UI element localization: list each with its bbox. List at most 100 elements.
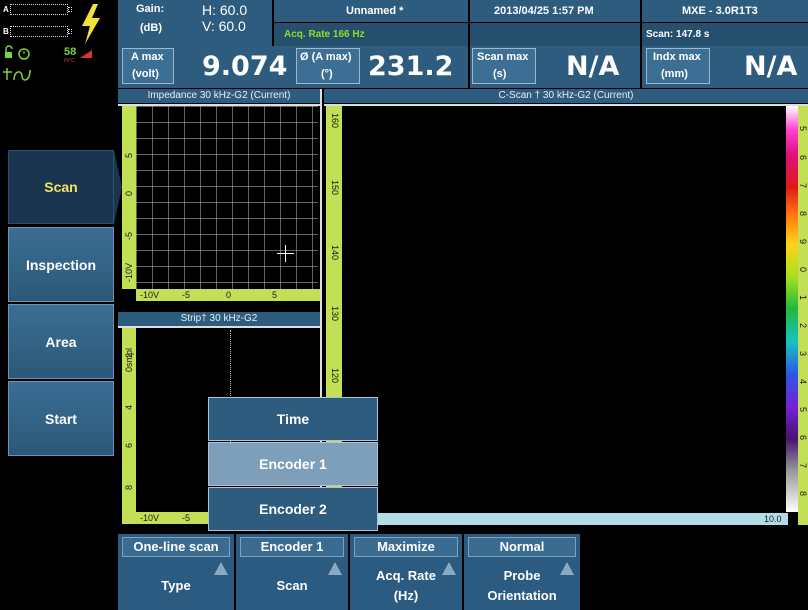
option-encoder-1-label: Encoder 1 [259, 456, 327, 472]
palette-tick-11: 6 [798, 435, 808, 441]
strip-y-tick-0: 0smpl [124, 347, 134, 372]
scanmax-label-box: Scan max (s) [472, 48, 536, 84]
param-probe-orientation[interactable]: Normal Probe Orientation [464, 534, 582, 610]
indxmax-label: Indx max [653, 51, 701, 63]
strip-y-tick-2: 4 [124, 404, 134, 410]
param-acq-rate[interactable]: Maximize Acq. Rate (Hz) [350, 534, 464, 610]
impedance-y-tick-0: 5 [124, 152, 134, 158]
param-type-label: Type [161, 578, 191, 593]
menu-inspection-label: Inspection [25, 256, 96, 273]
scanmax-value: N/A [566, 51, 620, 82]
phase-reading[interactable]: Ø (A max) (°) 231.2 [294, 46, 470, 88]
amax-label-box: A max (volt) [122, 48, 174, 84]
impedance-y-tick-2: -5 [124, 231, 134, 240]
scanmax-unit: (s) [493, 68, 507, 80]
param-scan-arrow-icon [328, 562, 342, 575]
palette-tick-9: 4 [798, 379, 808, 385]
impedance-title: Impedance 30 kHz-G2 (Current) [118, 89, 320, 103]
menu-area-label: Area [45, 333, 77, 350]
param-probe-orientation-label: Probe [503, 568, 541, 583]
impedance-y-ruler [122, 106, 136, 289]
gain-v-value: V: 60.0 [202, 18, 246, 34]
indxmax-reading[interactable]: Indx max (mm) N/A [642, 46, 808, 88]
menu-start-label: Start [45, 410, 77, 427]
strip-x-tick-0: -10V [140, 513, 160, 523]
param-type-arrow-icon [214, 562, 228, 575]
temperature-indicator-icon [80, 50, 92, 58]
param-type-value: One-line scan [122, 537, 230, 557]
status-panel: A B 58 IN°C [0, 0, 118, 90]
param-acq-rate-unit: (Hz) [393, 588, 419, 603]
lightning-icon [82, 4, 100, 44]
scanmax-reading[interactable]: Scan max (s) N/A [470, 46, 642, 88]
menu-scan[interactable]: Scan [8, 150, 114, 224]
strip-y-tick-4: 8 [124, 484, 134, 490]
strip-y-tick-1: 2 [124, 352, 134, 358]
cscan-y-tick-4: 120 [330, 368, 340, 384]
option-time[interactable]: Time [208, 397, 378, 441]
palette-tick-8: 3 [798, 351, 808, 357]
indxmax-value: N/A [744, 51, 798, 82]
cscan-area[interactable] [342, 106, 786, 512]
datetime-text: 2013/04/25 1:57 PM [494, 5, 594, 17]
gain-h-value: H: 60.0 [202, 2, 248, 18]
palette-tick-2: 7 [798, 183, 808, 189]
param-probe-orientation-label-2: Orientation [487, 588, 557, 603]
battery-b-label: B [3, 27, 9, 36]
palette-tick-4: 9 [798, 239, 808, 245]
gain-unit: (dB) [140, 22, 162, 34]
menu-scan-label: Scan [44, 179, 78, 195]
impedance-y-tick-3: -10V [124, 262, 134, 282]
cscan-y-tick-3: 130 [330, 306, 340, 322]
palette-tick-7: 2 [798, 323, 808, 329]
strip-y-tick-3: 6 [124, 442, 134, 448]
option-encoder-2-label: Encoder 2 [259, 501, 327, 517]
option-encoder-1[interactable]: Encoder 1 [208, 442, 378, 486]
palette-tick-0: 5 [798, 126, 808, 132]
strip-top-border [118, 326, 320, 328]
battery-a-tip [68, 7, 72, 12]
battery-b-icon [10, 26, 68, 37]
strip-x-tick-1: -5 [182, 513, 191, 523]
gain-box[interactable]: Gain: (dB) H: 60.0 V: 60.0 [118, 0, 274, 46]
param-scan[interactable]: Encoder 1 Scan [236, 534, 350, 610]
impedance-x-tick-1: -5 [182, 290, 191, 300]
color-palette-bar [786, 106, 798, 512]
alarm-lock-icon [3, 45, 31, 81]
cscan-y-tick-2: 140 [330, 245, 340, 261]
param-type[interactable]: One-line scan Type [118, 534, 236, 610]
phase-label: Ø (A max) [300, 51, 352, 63]
phase-unit: (°) [321, 68, 333, 80]
palette-tick-12: 7 [798, 463, 808, 469]
param-scan-value: Encoder 1 [240, 537, 344, 557]
file-name-box: Unnamed * [274, 0, 470, 22]
palette-tick-13: 8 [798, 491, 808, 497]
cscan-x-ruler [376, 513, 788, 525]
menu-area[interactable]: Area [8, 304, 114, 379]
param-bar-spacer [0, 534, 118, 610]
file-name: Unnamed * [346, 5, 404, 17]
menu-inspection[interactable]: Inspection [8, 227, 114, 302]
impedance-y-tick-1: 0 [124, 190, 134, 196]
acq-rate-box: Acq. Rate 166 Hz [274, 23, 470, 46]
option-encoder-2[interactable]: Encoder 2 [208, 487, 378, 531]
phase-label-box: Ø (A max) (°) [296, 48, 360, 84]
cscan-title: C-Scan † 30 kHz-G2 (Current) [324, 89, 808, 103]
palette-tick-5: 0 [798, 267, 808, 273]
indxmax-unit: (mm) [661, 68, 688, 80]
param-acq-rate-value: Maximize [354, 537, 458, 557]
impedance-cursor-icon [277, 245, 294, 262]
empty-status-box [470, 23, 642, 46]
impedance-x-tick-2: 0 [226, 290, 232, 300]
palette-tick-10: 5 [798, 407, 808, 413]
cscan-y-tick-1: 150 [330, 180, 340, 196]
option-time-label: Time [276, 411, 310, 427]
cscan-y-tick-0: 160 [330, 113, 340, 129]
amax-label: A max [131, 51, 164, 63]
temperature-value: 58 [64, 46, 77, 58]
palette-tick-6: 1 [798, 295, 808, 301]
menu-start[interactable]: Start [8, 381, 114, 456]
param-probe-orientation-value: Normal [468, 537, 576, 557]
scanmax-label: Scan max [477, 51, 529, 63]
palette-tick-3: 8 [798, 211, 808, 217]
